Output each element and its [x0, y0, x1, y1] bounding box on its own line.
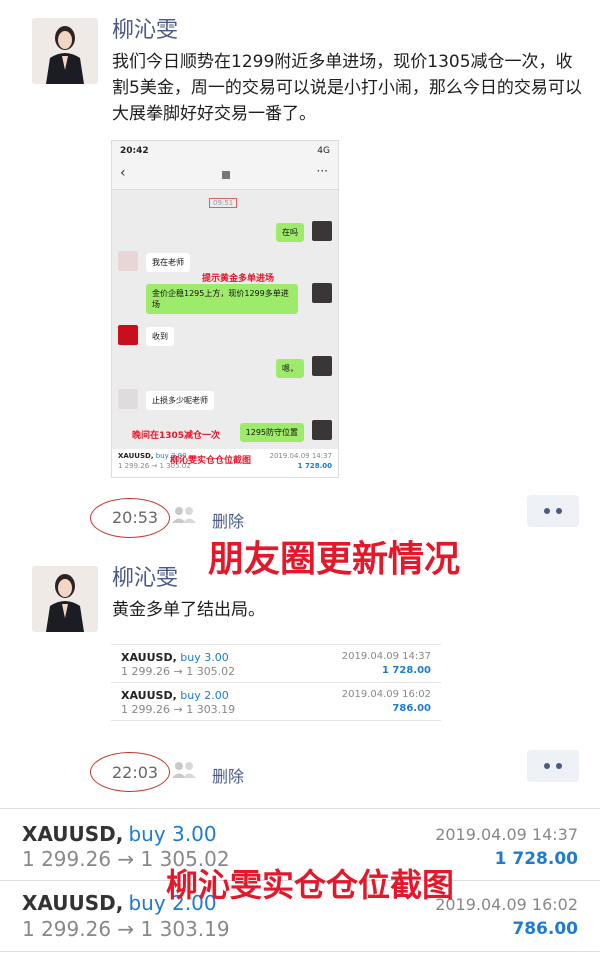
delete-link[interactable]: 删除: [212, 763, 244, 787]
chat-avatar: [118, 325, 138, 345]
trade-symbol: XAUUSD,: [121, 651, 177, 664]
back-icon: ‹: [120, 165, 126, 181]
trade-symbol: XAUUSD,: [118, 452, 154, 460]
avatar[interactable]: [32, 18, 98, 84]
trade-profit: 1 728.00: [494, 849, 578, 869]
trade-side: buy 2.00: [180, 689, 229, 702]
chat-time-stamp: 09:51: [209, 198, 238, 208]
chat-avatar: [118, 389, 138, 409]
post-time: 22:03: [112, 763, 159, 782]
trade-date: 2019.04.09 14:37: [435, 825, 578, 844]
chat-avatar: [312, 356, 332, 376]
phone-status-bar: 20:42 4G: [112, 141, 338, 161]
trade-profit: 786.00: [392, 703, 431, 714]
more-icon: ···: [316, 164, 328, 178]
trade-profit: 1 728.00: [297, 462, 332, 470]
chat-bubble: 嗯，: [276, 359, 304, 378]
overlay-title: 朋友圈更新情况: [208, 539, 461, 580]
trade-side: buy 3.00: [128, 822, 217, 846]
trade-symbol: XAUUSD,: [121, 689, 177, 702]
chat-avatar: [118, 251, 138, 271]
trade-profit: 1 728.00: [381, 665, 431, 676]
trade-date: 2019.04.09 14:37: [269, 452, 332, 460]
annotation-text: 提示黄金多单进场: [202, 274, 275, 284]
post-time: 20:53: [112, 508, 159, 527]
chat-bubble: 我在老师: [146, 253, 190, 272]
chat-screenshot-image[interactable]: 20:42 4G ‹ ··· 09:51 在吗 我在老师 提示黄金多单进场 金价…: [111, 140, 339, 478]
trade-side: buy 3.00: [180, 651, 229, 664]
chat-bubble: 在吗: [276, 223, 304, 242]
contact-avatar: [222, 171, 230, 179]
trade-prices: 1 299.26 → 1 303.19: [22, 917, 230, 941]
delete-link[interactable]: 删除: [212, 508, 244, 532]
post-text: 黄金多单了结出局。: [112, 600, 265, 620]
trade-date: 2019.04.09 16:02: [341, 689, 431, 700]
chat-bubble: 1295防守位置: [239, 423, 304, 442]
trade-symbol: XAUUSD,: [22, 891, 124, 915]
trade-row: XAUUSD, buy 3.00 1 299.26 → 1 305.02 201…: [111, 644, 441, 682]
phone-chat-header: ‹ ···: [112, 161, 338, 190]
chat-bubble: 金价企稳1295上方，现价1299多单进场: [146, 284, 298, 314]
author-name[interactable]: 柳沁雯: [112, 560, 178, 592]
avatar[interactable]: [32, 566, 98, 632]
trade-symbol: XAUUSD,: [22, 822, 124, 846]
trade-prices: 1 299.26 → 1 303.19: [121, 703, 236, 716]
trade-screenshot-image[interactable]: XAUUSD, buy 3.00 1 299.26 → 1 305.02 201…: [111, 644, 441, 721]
trade-row: XAUUSD, buy 2.00 1 299.26 → 1 303.19 201…: [111, 682, 441, 721]
author-name[interactable]: 柳沁雯: [112, 12, 178, 44]
chat-avatar: [312, 283, 332, 303]
more-icon[interactable]: [527, 495, 579, 527]
phone-network: 4G: [317, 146, 330, 156]
annotation-text: 晚间在1305减仓一次: [132, 431, 221, 441]
more-icon[interactable]: [527, 750, 579, 782]
screenshot-caption: 柳沁雯实仓仓位截图: [170, 456, 252, 466]
people-icon[interactable]: [170, 760, 198, 780]
people-icon[interactable]: [170, 505, 198, 525]
chat-bubble: 收到: [146, 327, 174, 346]
trade-prices: 1 299.26 → 1 305.02: [121, 665, 236, 678]
phone-clock: 20:42: [120, 146, 149, 156]
trade-profit: 786.00: [512, 919, 578, 939]
chat-avatar: [312, 420, 332, 440]
overlay-caption: 柳沁雯实仓仓位截图: [166, 866, 455, 904]
post-text: 我们今日顺势在1299附近多单进场，现价1305减仓一次，收割5美金，周一的交易…: [112, 52, 582, 124]
chat-bubble: 止损多少呢老师: [146, 391, 214, 410]
phone-trade-strip: XAUUSD, buy 3.00 1 299.26 → 1 305.02 201…: [112, 449, 338, 477]
trade-date: 2019.04.09 14:37: [341, 651, 431, 662]
trade-date: 2019.04.09 16:02: [435, 895, 578, 914]
chat-avatar: [312, 221, 332, 241]
